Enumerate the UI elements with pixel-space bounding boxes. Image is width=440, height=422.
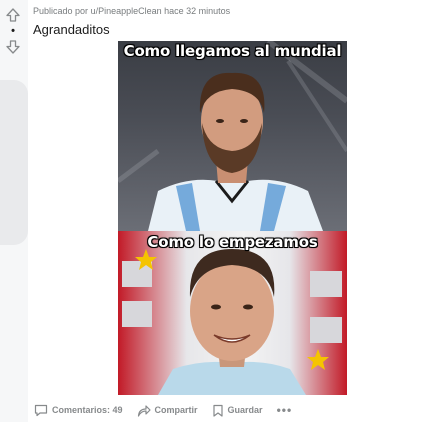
- post-image[interactable]: Como llegamos al mundial Como lo empezam…: [118, 41, 347, 395]
- downvote-button[interactable]: [4, 38, 22, 56]
- meme-top-panel: [118, 41, 347, 231]
- share-button[interactable]: Compartir: [137, 404, 198, 417]
- meme-top-caption: Como llegamos al mundial: [123, 42, 342, 60]
- share-icon: [137, 404, 151, 417]
- author-link[interactable]: u/PineappleClean: [91, 6, 162, 16]
- share-label: Compartir: [154, 405, 198, 415]
- arrow-down-icon: [6, 40, 20, 54]
- meta-prefix: Publicado por: [33, 6, 89, 16]
- more-icon[interactable]: •••: [277, 404, 293, 416]
- meme-bottom-illustration: [122, 249, 342, 395]
- comments-label: Comentarios: 49: [52, 405, 123, 415]
- comments-button[interactable]: Comentarios: 49: [34, 404, 123, 417]
- upvote-button[interactable]: [4, 6, 22, 24]
- save-label: Guardar: [227, 405, 263, 415]
- sidebar-thumbnail-placeholder: [0, 80, 28, 245]
- post-actions-bar: Comentarios: 49 Compartir Guardar •••: [34, 401, 292, 419]
- vote-count: •: [11, 25, 15, 37]
- vote-column: •: [4, 6, 22, 56]
- meme-bottom-caption: Como lo empezamos: [147, 233, 318, 251]
- save-button[interactable]: Guardar: [212, 404, 263, 417]
- post-title[interactable]: Agrandaditos: [33, 22, 110, 37]
- comment-icon: [34, 404, 48, 416]
- meme-top-illustration: [118, 41, 347, 231]
- post-meta: Publicado por u/PineappleClean hace 32 m…: [33, 6, 230, 16]
- arrow-up-icon: [6, 8, 20, 22]
- post-time: hace 32 minutos: [164, 6, 231, 16]
- bookmark-icon: [212, 404, 223, 417]
- meme-bottom-panel: [118, 231, 347, 395]
